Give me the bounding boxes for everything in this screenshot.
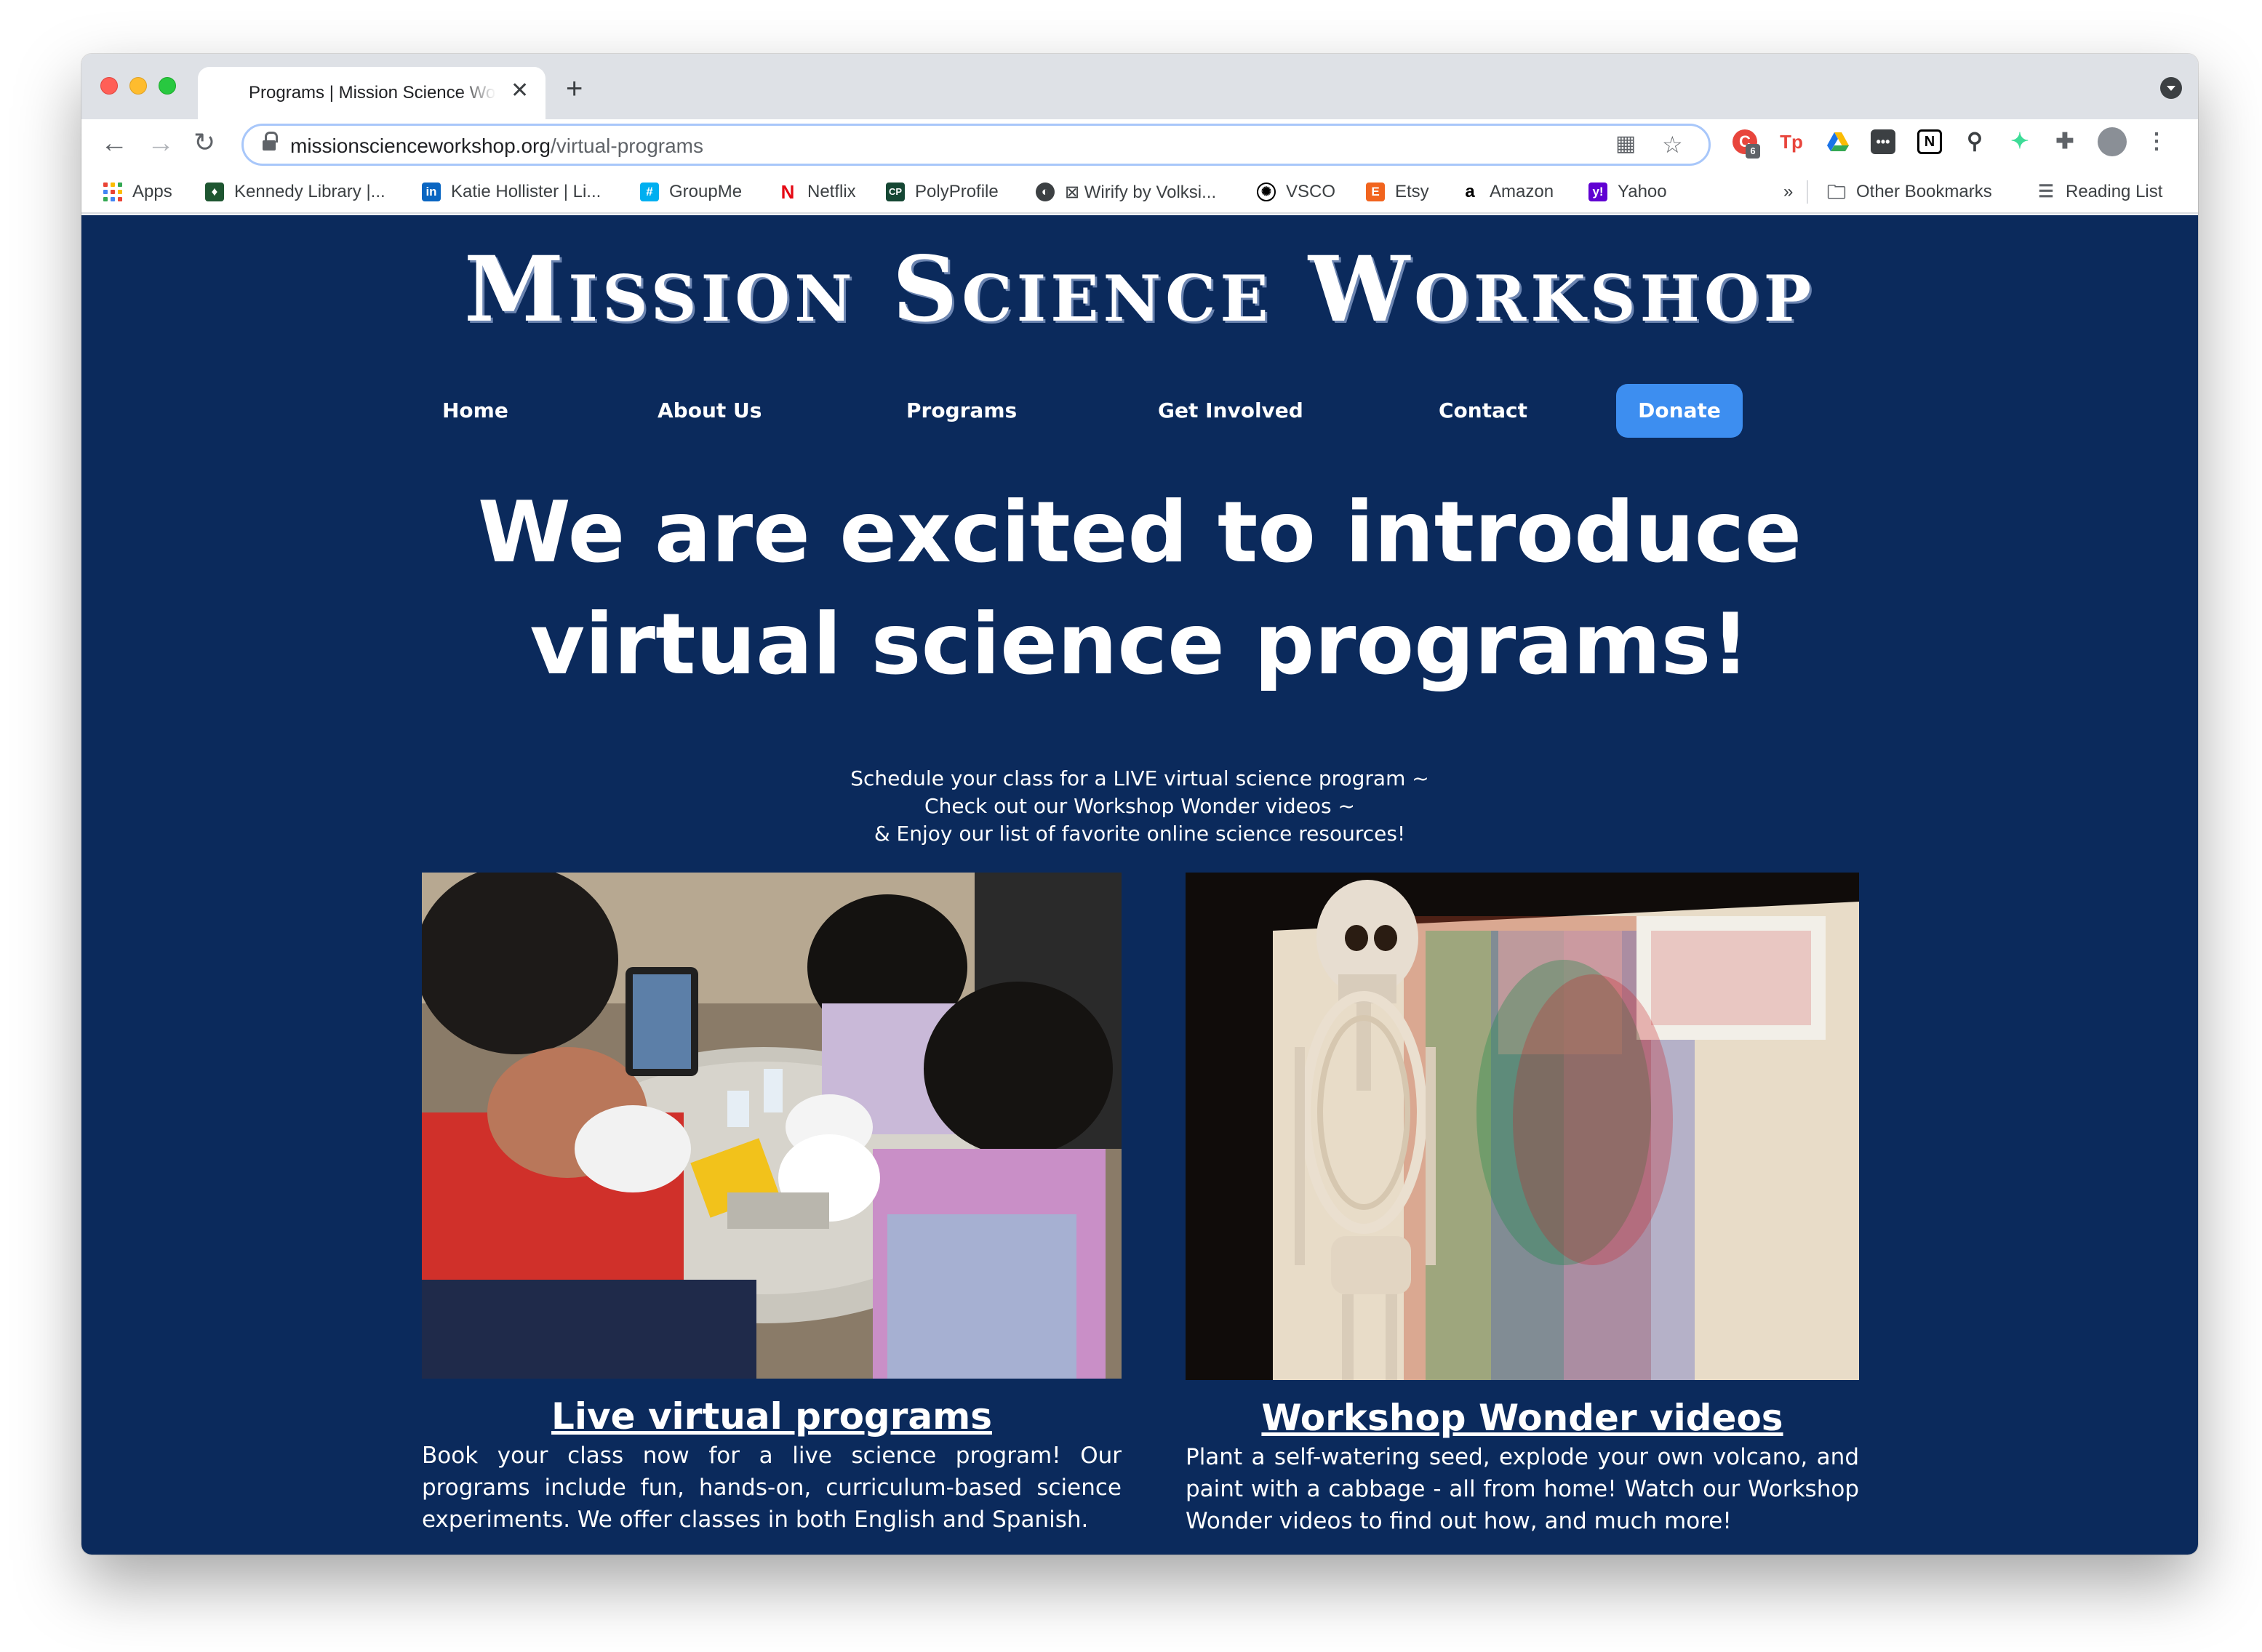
page-content: Mission Science Workshop Home About Us P… xyxy=(81,215,2198,1555)
address-bar[interactable]: missionscienceworkshop.org/virtual-progr… xyxy=(241,124,1711,166)
netflix-icon: N xyxy=(780,181,795,203)
back-arrow-icon[interactable]: ← xyxy=(100,129,128,157)
program-card-videos: Workshop Wonder videos Plant a self-wate… xyxy=(1186,873,1859,1537)
hero-subtitle: Schedule your class for a LIVE virtual s… xyxy=(81,765,2198,848)
bookmark-vsco[interactable]: ✺ VSCO xyxy=(1257,179,1335,205)
donate-button[interactable]: Donate xyxy=(1616,384,1743,438)
nav-home[interactable]: Home xyxy=(442,398,508,422)
tab-strip: Programs | Mission Science Workshop ✕ + xyxy=(81,54,2198,119)
site-nav: Home About Us Programs Get Involved Cont… xyxy=(81,384,2198,438)
tab-title: Programs | Mission Science Workshop xyxy=(249,83,496,103)
workshop-wonder-videos-link[interactable]: Workshop Wonder videos xyxy=(1186,1396,1859,1440)
forward-arrow-icon[interactable]: → xyxy=(147,129,175,157)
site-logo[interactable]: Mission Science Workshop xyxy=(81,237,2198,342)
skeleton-colored-shadows-photo[interactable] xyxy=(1186,873,1859,1380)
subtitle-line: Schedule your class for a LIVE virtual s… xyxy=(850,766,1429,790)
qr-code-icon[interactable]: ▦ xyxy=(1615,133,1636,155)
nav-programs[interactable]: Programs xyxy=(906,398,1017,422)
hero-heading: We are excited to introduce virtual scie… xyxy=(81,477,2198,701)
kids-doing-experiment-photo[interactable] xyxy=(422,873,1122,1379)
bookmarks-divider xyxy=(1807,180,1808,204)
bookmark-star-icon[interactable]: ☆ xyxy=(1662,133,1683,156)
folder-icon: 🗀 xyxy=(1827,181,1847,203)
maximize-window-button[interactable] xyxy=(159,77,176,95)
shield-icon: ♦ xyxy=(205,183,224,201)
dots-extension-icon[interactable]: ••• xyxy=(1871,129,1895,154)
google-drive-icon[interactable] xyxy=(1826,129,1850,154)
hummingbird-icon[interactable]: ✦ xyxy=(2007,129,2032,154)
bookmark-linkedin[interactable]: in Katie Hollister | Li... xyxy=(422,179,601,205)
vsco-icon: ✺ xyxy=(1257,183,1276,201)
bookmark-kennedy-library[interactable]: ♦ Kennedy Library |... xyxy=(205,179,385,205)
tab-search-icon[interactable] xyxy=(2160,77,2182,99)
linkedin-icon: in xyxy=(422,183,441,201)
etsy-icon: E xyxy=(1366,183,1385,201)
bookmark-apps[interactable]: Apps xyxy=(103,179,172,205)
close-window-button[interactable] xyxy=(100,77,118,95)
amazon-icon: a xyxy=(1465,182,1475,201)
hero-line-2: virtual science programs! xyxy=(529,596,1750,694)
other-bookmarks[interactable]: 🗀 Other Bookmarks xyxy=(1827,179,1992,205)
tp-extension-icon[interactable]: Tp xyxy=(1779,129,1804,154)
puzzle-extensions-icon[interactable]: ✚ xyxy=(2053,129,2077,154)
notion-icon[interactable]: N xyxy=(1917,129,1942,154)
subtitle-line: Check out our Workshop Wonder videos ~ xyxy=(924,794,1355,818)
yahoo-icon: y! xyxy=(1588,183,1607,201)
reload-icon[interactable]: ↻ xyxy=(193,129,215,156)
globe-icon: ◐ xyxy=(1036,183,1055,201)
bookmark-yahoo[interactable]: y! Yahoo xyxy=(1588,179,1667,205)
close-tab-icon[interactable]: ✕ xyxy=(511,80,529,102)
bookmark-wirify[interactable]: ◐ ⊠ Wirify by Volksi... xyxy=(1036,179,1216,205)
url-text: missionscienceworkshop.org/virtual-progr… xyxy=(290,135,703,157)
new-tab-button[interactable]: + xyxy=(566,74,583,103)
extension-badge: 6 xyxy=(1746,144,1760,159)
polyprofile-icon: CP xyxy=(886,183,905,201)
browser-toolbar: ← → ↻ missionscienceworkshop.org/virtual… xyxy=(81,119,2198,170)
live-virtual-programs-link[interactable]: Live virtual programs xyxy=(422,1395,1122,1438)
apps-grid-icon xyxy=(103,183,122,201)
bookmark-etsy[interactable]: E Etsy xyxy=(1366,179,1429,205)
reading-list[interactable]: ☰ Reading List xyxy=(2037,179,2162,205)
subtitle-line: & Enjoy our list of favorite online scie… xyxy=(874,822,1406,846)
nav-get-involved[interactable]: Get Involved xyxy=(1158,398,1303,422)
minimize-window-button[interactable] xyxy=(129,77,147,95)
active-tab[interactable]: Programs | Mission Science Workshop ✕ xyxy=(198,67,545,119)
program-card-live: Live virtual programs Book your class no… xyxy=(422,873,1122,1536)
reading-list-icon: ☰ xyxy=(2038,182,2054,201)
bookmark-groupme[interactable]: # GroupMe xyxy=(640,179,742,205)
profile-avatar[interactable] xyxy=(2098,127,2127,156)
bookmark-polyprofile[interactable]: CP PolyProfile xyxy=(886,179,999,205)
bookmark-netflix[interactable]: N Netflix xyxy=(778,179,856,205)
hero-line-1: We are excited to introduce xyxy=(477,484,1802,582)
bookmarks-overflow-button[interactable]: » xyxy=(1783,179,1793,205)
eyedropper-icon[interactable]: ⚲ xyxy=(1962,129,1987,154)
bookmark-amazon[interactable]: a Amazon xyxy=(1460,179,1554,205)
live-programs-description: Book your class now for a live science p… xyxy=(422,1443,1122,1533)
nav-about-us[interactable]: About Us xyxy=(658,398,762,422)
videos-description: Plant a self-watering seed, explode your… xyxy=(1186,1444,1859,1534)
groupme-icon: # xyxy=(640,183,659,201)
browser-window: Programs | Mission Science Workshop ✕ + … xyxy=(81,54,2198,1555)
lock-icon[interactable] xyxy=(263,132,278,152)
bookmarks-bar: Apps ♦ Kennedy Library |... in Katie Holli… xyxy=(81,170,2198,214)
nav-contact[interactable]: Contact xyxy=(1439,398,1527,422)
menu-kebab-icon[interactable]: ⋮ xyxy=(2144,129,2169,154)
